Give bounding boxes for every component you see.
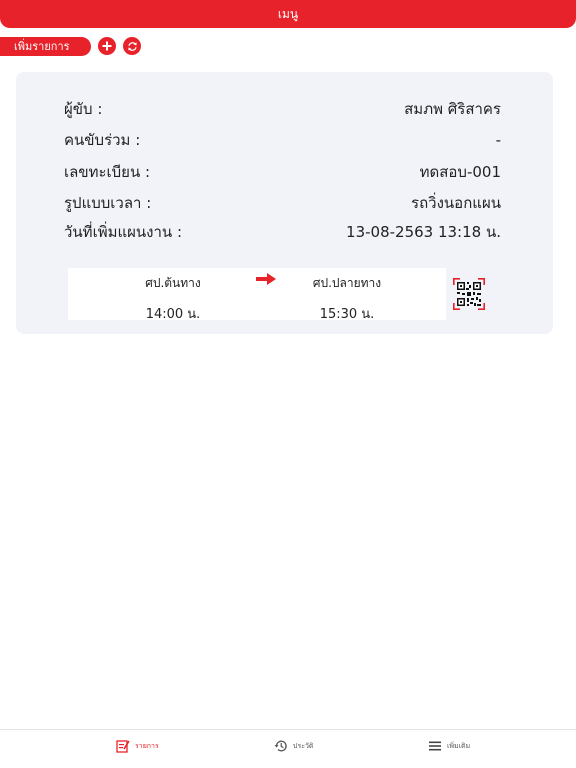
menu-icon [429, 741, 441, 751]
plate-label: เลขทะเบียน : [64, 163, 151, 181]
time-mode-value: รถวิ่งนอกแผน [411, 194, 501, 212]
co-driver-row: คนขับร่วม : - [64, 129, 501, 151]
screen: เมนู เพิ่มรายการ ผู้ขับ : สมภพ ศิริสาคร [0, 0, 576, 768]
nav-more-label: เพิ่มเติม [447, 741, 471, 750]
add-list-label: เพิ่มรายการ [14, 40, 70, 53]
plan-date-value: 13-08-2563 13:18 น. [346, 223, 501, 241]
plate-row: เลขทะเบียน : ทดสอบ-001 [64, 161, 501, 183]
time-mode-label: รูปแบบเวลา : [64, 194, 152, 212]
nav-item-list[interactable]: รายการ [116, 737, 159, 755]
nav-history-label: ประวัติ [293, 741, 314, 750]
driver-label: ผู้ขับ : [64, 100, 103, 118]
dest-name: ศป.ปลายทาง [312, 276, 382, 290]
list-edit-icon [116, 740, 130, 753]
plan-card[interactable]: ผู้ขับ : สมภพ ศิริสาคร คนขับร่วม : - เลข… [16, 72, 553, 334]
driver-row: ผู้ขับ : สมภพ ศิริสาคร [64, 98, 501, 120]
origin-station: ศป.ต้นทาง 14:00 น. [98, 268, 248, 324]
plan-date-row: วันที่เพิ่มแผนงาน : 13-08-2563 13:18 น. [64, 221, 501, 243]
origin-time: 14:00 น. [145, 307, 201, 322]
header-title: เมนู [277, 6, 299, 21]
dest-time: 15:30 น. [319, 307, 375, 322]
action-row: เพิ่มรายการ [0, 36, 141, 56]
history-icon [274, 740, 287, 752]
bottom-nav: รายการ ประวัติ เพิ่มเติม [0, 729, 576, 768]
add-list-button[interactable]: เพิ่มรายการ [0, 36, 91, 56]
top-header: เมนู [0, 0, 576, 28]
refresh-icon [127, 41, 137, 51]
nav-list-label: รายการ [135, 741, 159, 750]
route-box: ศป.ต้นทาง 14:00 น. ศป.ปลายทาง 15:30 น. [68, 268, 446, 322]
plan-date-label: วันที่เพิ่มแผนงาน : [64, 223, 183, 241]
nav-item-history[interactable]: ประวัติ [274, 737, 313, 755]
add-button[interactable] [98, 37, 116, 55]
dest-station: ศป.ปลายทาง 15:30 น. [272, 268, 422, 324]
time-mode-row: รูปแบบเวลา : รถวิ่งนอกแผน [64, 192, 501, 214]
refresh-button[interactable] [123, 37, 141, 55]
qr-code-icon[interactable] [453, 278, 485, 310]
plus-icon [102, 41, 112, 51]
co-driver-value: - [495, 131, 501, 149]
origin-name: ศป.ต้นทาง [145, 276, 201, 290]
nav-item-more[interactable]: เพิ่มเติม [428, 737, 470, 755]
driver-value: สมภพ ศิริสาคร [404, 100, 501, 118]
plate-value: ทดสอบ-001 [419, 163, 501, 181]
co-driver-label: คนขับร่วม : [64, 131, 141, 149]
